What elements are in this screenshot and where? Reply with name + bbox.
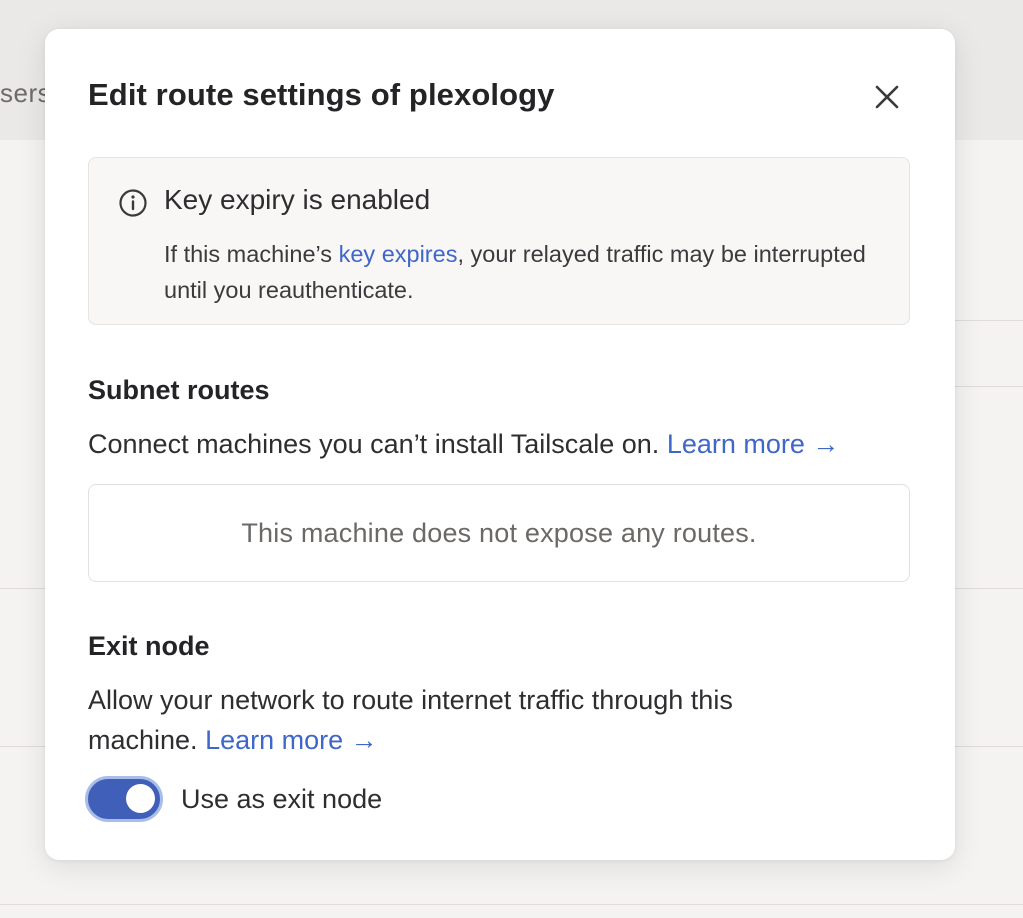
- toggle-knob: [126, 784, 155, 813]
- background-divider: [0, 904, 1023, 905]
- close-button[interactable]: [867, 77, 907, 117]
- key-expires-link[interactable]: key expires: [339, 241, 458, 267]
- subnet-routes-description-text: Connect machines you can’t install Tails…: [88, 429, 667, 459]
- background-tab-fragment: sers: [0, 78, 52, 108]
- info-icon: [119, 189, 147, 217]
- callout-title: Key expiry is enabled: [164, 184, 431, 215]
- callout-body: If this machine’s key expires, your rela…: [164, 236, 884, 308]
- background-divider: [0, 588, 45, 589]
- exit-node-toggle-row: Use as exit node: [85, 775, 382, 823]
- subnet-routes-learn-more-link[interactable]: Learn more →: [667, 429, 840, 459]
- empty-state-text: This machine does not expose any routes.: [241, 517, 757, 548]
- key-expiry-callout: Key expiry is enabled If this machine’s …: [88, 157, 910, 325]
- dialog-title: Edit route settings of plexology: [88, 77, 555, 112]
- exit-node-learn-more-link[interactable]: Learn more →: [205, 725, 378, 755]
- background-divider: [0, 746, 45, 747]
- exit-node-toggle[interactable]: [85, 776, 163, 822]
- exit-node-toggle-label[interactable]: Use as exit node: [181, 784, 382, 815]
- exit-node-description-text: Allow your network to route internet tra…: [88, 685, 733, 755]
- edit-route-settings-dialog: Edit route settings of plexology Key exp…: [45, 29, 955, 860]
- callout-body-text: If this machine’s: [164, 241, 339, 267]
- exit-node-heading: Exit node: [88, 631, 210, 661]
- subnet-routes-description: Connect machines you can’t install Tails…: [88, 424, 908, 464]
- background-divider: [955, 746, 1023, 747]
- subnet-routes-heading: Subnet routes: [88, 375, 270, 405]
- exit-node-description: Allow your network to route internet tra…: [88, 680, 828, 760]
- routes-empty-state: This machine does not expose any routes.: [88, 484, 910, 582]
- background-divider: [955, 588, 1023, 589]
- close-icon: [875, 85, 899, 109]
